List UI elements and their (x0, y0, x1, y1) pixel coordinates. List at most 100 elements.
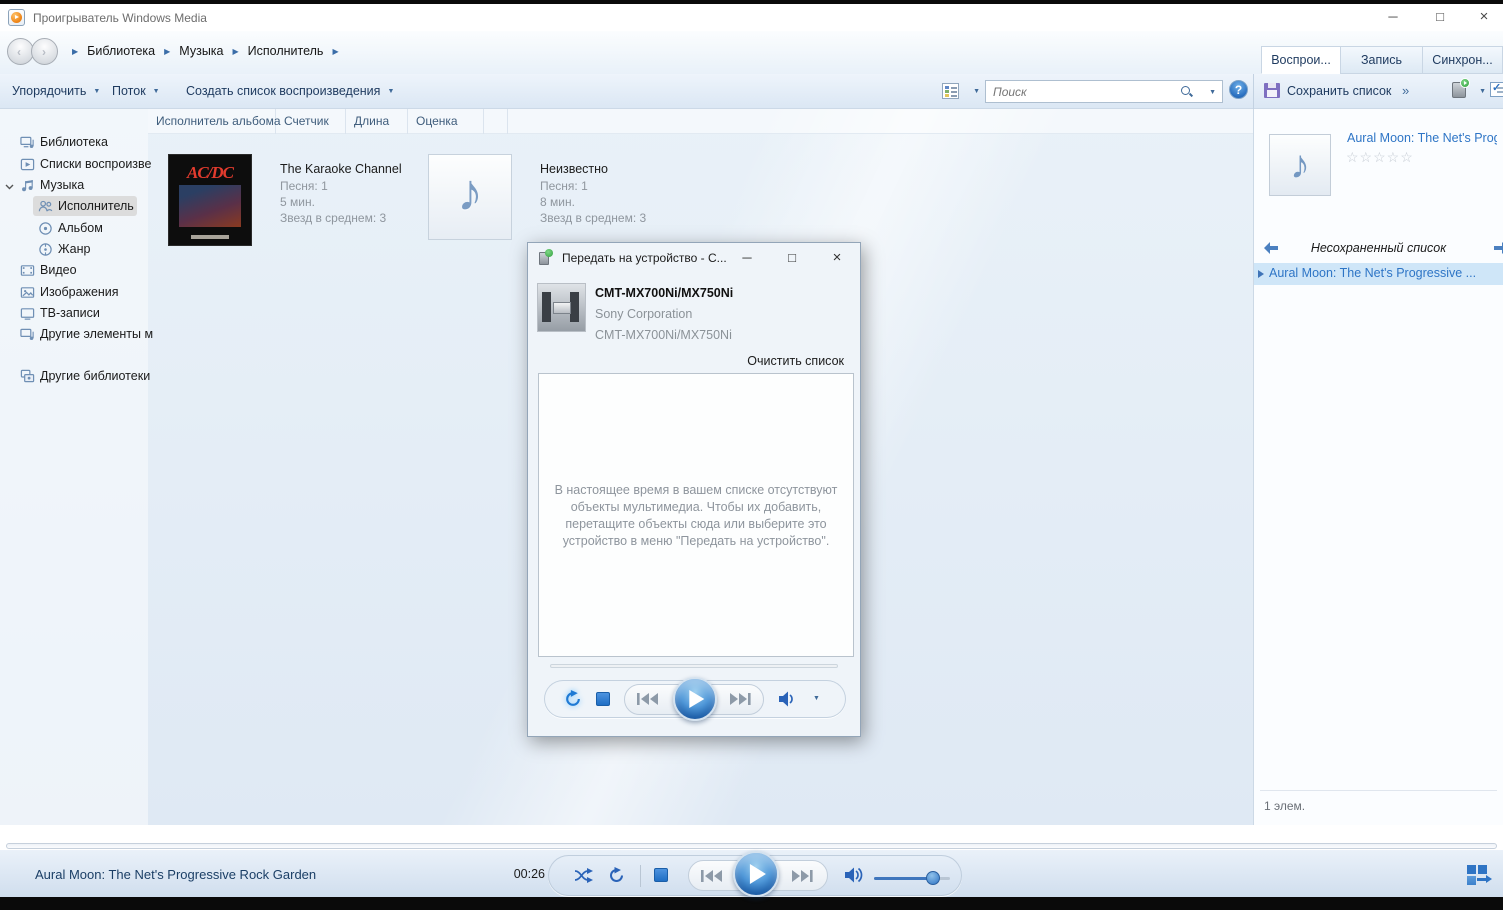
sidebar-item-album[interactable]: Альбом (0, 218, 148, 239)
view-options-icon (942, 83, 959, 99)
rating-stars[interactable]: ☆☆☆☆☆ (1346, 149, 1414, 166)
breadcrumb-item-0[interactable]: Библиотека (85, 44, 157, 58)
save-list-button[interactable]: Сохранить список (1287, 74, 1391, 108)
playlist-item-title: Aural Moon: The Net's Progressive ... (1269, 266, 1476, 280)
stream-button[interactable]: Поток▼ (106, 74, 166, 108)
dialog-volume-caret[interactable]: ▼ (813, 695, 820, 702)
overflow-chevron-button[interactable]: » (1402, 74, 1409, 108)
chevron-expanded-icon[interactable] (5, 180, 15, 190)
stop-button[interactable] (654, 868, 668, 882)
help-button[interactable]: ? (1229, 80, 1248, 99)
search-input[interactable] (993, 83, 1163, 100)
minimize-button[interactable]: ─ (1378, 6, 1408, 28)
dialog-maximize-button[interactable]: □ (777, 246, 807, 270)
navigation-bar: ‹ › ▶Библиотека▶Музыка▶Исполнитель▶ Восп… (0, 31, 1503, 74)
play-button[interactable] (733, 851, 779, 897)
next-button[interactable] (790, 870, 814, 885)
album-meta: The Karaoke ChannelПесня: 15 мин.Звезд в… (280, 161, 430, 226)
sidebar-item-music[interactable]: Музыка (0, 175, 148, 196)
dialog-scrollbar[interactable] (550, 664, 838, 668)
list-options-button[interactable]: ▼ (1490, 80, 1503, 102)
chevron-down-icon: ▼ (93, 88, 100, 95)
items-count: 1 элем. (1264, 799, 1305, 813)
cast-queue-list[interactable]: В настоящее время в вашем списке отсутст… (538, 373, 854, 657)
column-header-1[interactable]: Счетчик (276, 109, 346, 134)
sidebar-item-tv[interactable]: ТВ-записи (0, 303, 148, 324)
device-model: CMT-MX700Ni/MX750Ni (595, 328, 732, 342)
now-playing-indicator-icon (1258, 270, 1264, 278)
clear-list-button[interactable]: Очистить список (747, 354, 844, 368)
previous-button[interactable] (700, 870, 724, 885)
screen: Проигрыватель Windows Media ─ □ × ‹ › ▶Б… (0, 0, 1503, 910)
column-header-0[interactable]: Исполнитель альбома (148, 109, 276, 134)
sidebar-item-other-media[interactable]: Другие элементы м (0, 324, 148, 345)
sync-device-button[interactable]: ▼ (1450, 80, 1486, 102)
dialog-stop-button[interactable] (596, 692, 610, 706)
album-art-acdc[interactable]: AC/DC (168, 154, 252, 246)
breadcrumb-arrow-icon: ▶ (332, 47, 338, 56)
back-button[interactable]: ‹ (7, 38, 34, 65)
dialog-repeat-button[interactable] (564, 690, 582, 711)
album-art-note[interactable]: ♪ (428, 154, 512, 246)
seek-slider[interactable] (6, 843, 1497, 849)
sidebar-item-playlists[interactable]: Списки воспроизве (0, 154, 148, 175)
dialog-title-bar: Передать на устройство - C... ─ □ × (528, 243, 860, 273)
album-artist-title[interactable]: The Karaoke Channel (280, 161, 430, 178)
now-playing-title-link[interactable]: Aural Moon: The Net's Prog... (1347, 131, 1497, 145)
playback-bar: Aural Moon: The Net's Progressive Rock G… (0, 850, 1503, 897)
sidebar-item-genre[interactable]: Жанр (0, 239, 148, 260)
switch-to-now-playing-button[interactable] (1467, 865, 1491, 888)
shuffle-button[interactable] (574, 868, 594, 886)
status-divider (1260, 790, 1497, 791)
tab-burn[interactable]: Запись (1340, 46, 1422, 74)
sidebar-item-library[interactable]: Библиотека (0, 132, 148, 153)
playlist-header-bar: Несохраненный список (1254, 237, 1503, 262)
close-button[interactable]: × (1469, 6, 1499, 28)
mute-button[interactable] (844, 866, 866, 887)
sidebar-item-label: ТВ-записи (40, 306, 100, 320)
tab-sync[interactable]: Синхрон... (1422, 46, 1503, 74)
other-libraries-icon (20, 369, 35, 384)
acdc-album-cover: AC/DC (168, 154, 252, 246)
column-header-2[interactable]: Длина (346, 109, 408, 134)
dialog-next-button[interactable] (728, 693, 752, 708)
cast-to-device-dialog: Передать на устройство - C... ─ □ × CMT-… (527, 242, 861, 737)
volume-slider[interactable] (874, 877, 950, 880)
wmp-logo-icon (8, 9, 25, 26)
repeat-button[interactable] (608, 867, 625, 887)
sidebar-item-artist[interactable]: Исполнитель (0, 196, 148, 217)
device-name: CMT-MX700Ni/MX750Ni (595, 286, 733, 300)
organize-button[interactable]: Упорядочить▼ (6, 74, 106, 108)
sidebar-item-video[interactable]: Видео (0, 260, 148, 281)
search-icon[interactable] (1180, 85, 1193, 98)
dialog-close-button[interactable]: × (822, 246, 852, 270)
dialog-transport-controls: ▼ (544, 680, 846, 718)
volume-fill (874, 877, 933, 880)
column-header-3[interactable]: Оценка (408, 109, 484, 134)
volume-knob[interactable] (926, 871, 940, 885)
sidebar-item-pictures[interactable]: Изображения (0, 282, 148, 303)
view-options-button[interactable]: ▼ (940, 81, 982, 102)
playlist-item[interactable]: Aural Moon: The Net's Progressive ... (1254, 263, 1503, 285)
forward-button[interactable]: › (31, 38, 58, 65)
dialog-volume-button[interactable] (778, 690, 794, 711)
sidebar-item-other-libraries[interactable]: Другие библиотеки (0, 366, 148, 387)
dialog-previous-button[interactable] (636, 693, 660, 708)
breadcrumb-item-2[interactable]: Исполнитель (246, 44, 326, 58)
save-icon (1264, 83, 1280, 98)
maximize-button[interactable]: □ (1425, 6, 1455, 28)
back-arrow-icon: ‹ (17, 45, 21, 59)
create-playlist-button[interactable]: Создать список воспроизведения▼ (180, 74, 400, 108)
dialog-minimize-button[interactable]: ─ (732, 246, 762, 270)
chevron-down-icon[interactable]: ▼ (1209, 89, 1216, 96)
dialog-play-button[interactable] (673, 677, 717, 721)
sidebar-item-label: Другие элементы м (40, 327, 153, 341)
album-artist-title[interactable]: Неизвестно (540, 161, 690, 178)
tab-play[interactable]: Воспрои... (1261, 46, 1340, 74)
next-list-arrow-button[interactable] (1492, 241, 1503, 255)
genre-icon (38, 242, 53, 257)
breadcrumb-arrow-icon: ▶ (233, 47, 239, 56)
tv-icon (20, 306, 35, 321)
breadcrumb-item-1[interactable]: Музыка (177, 44, 225, 58)
album-icon (38, 221, 53, 236)
